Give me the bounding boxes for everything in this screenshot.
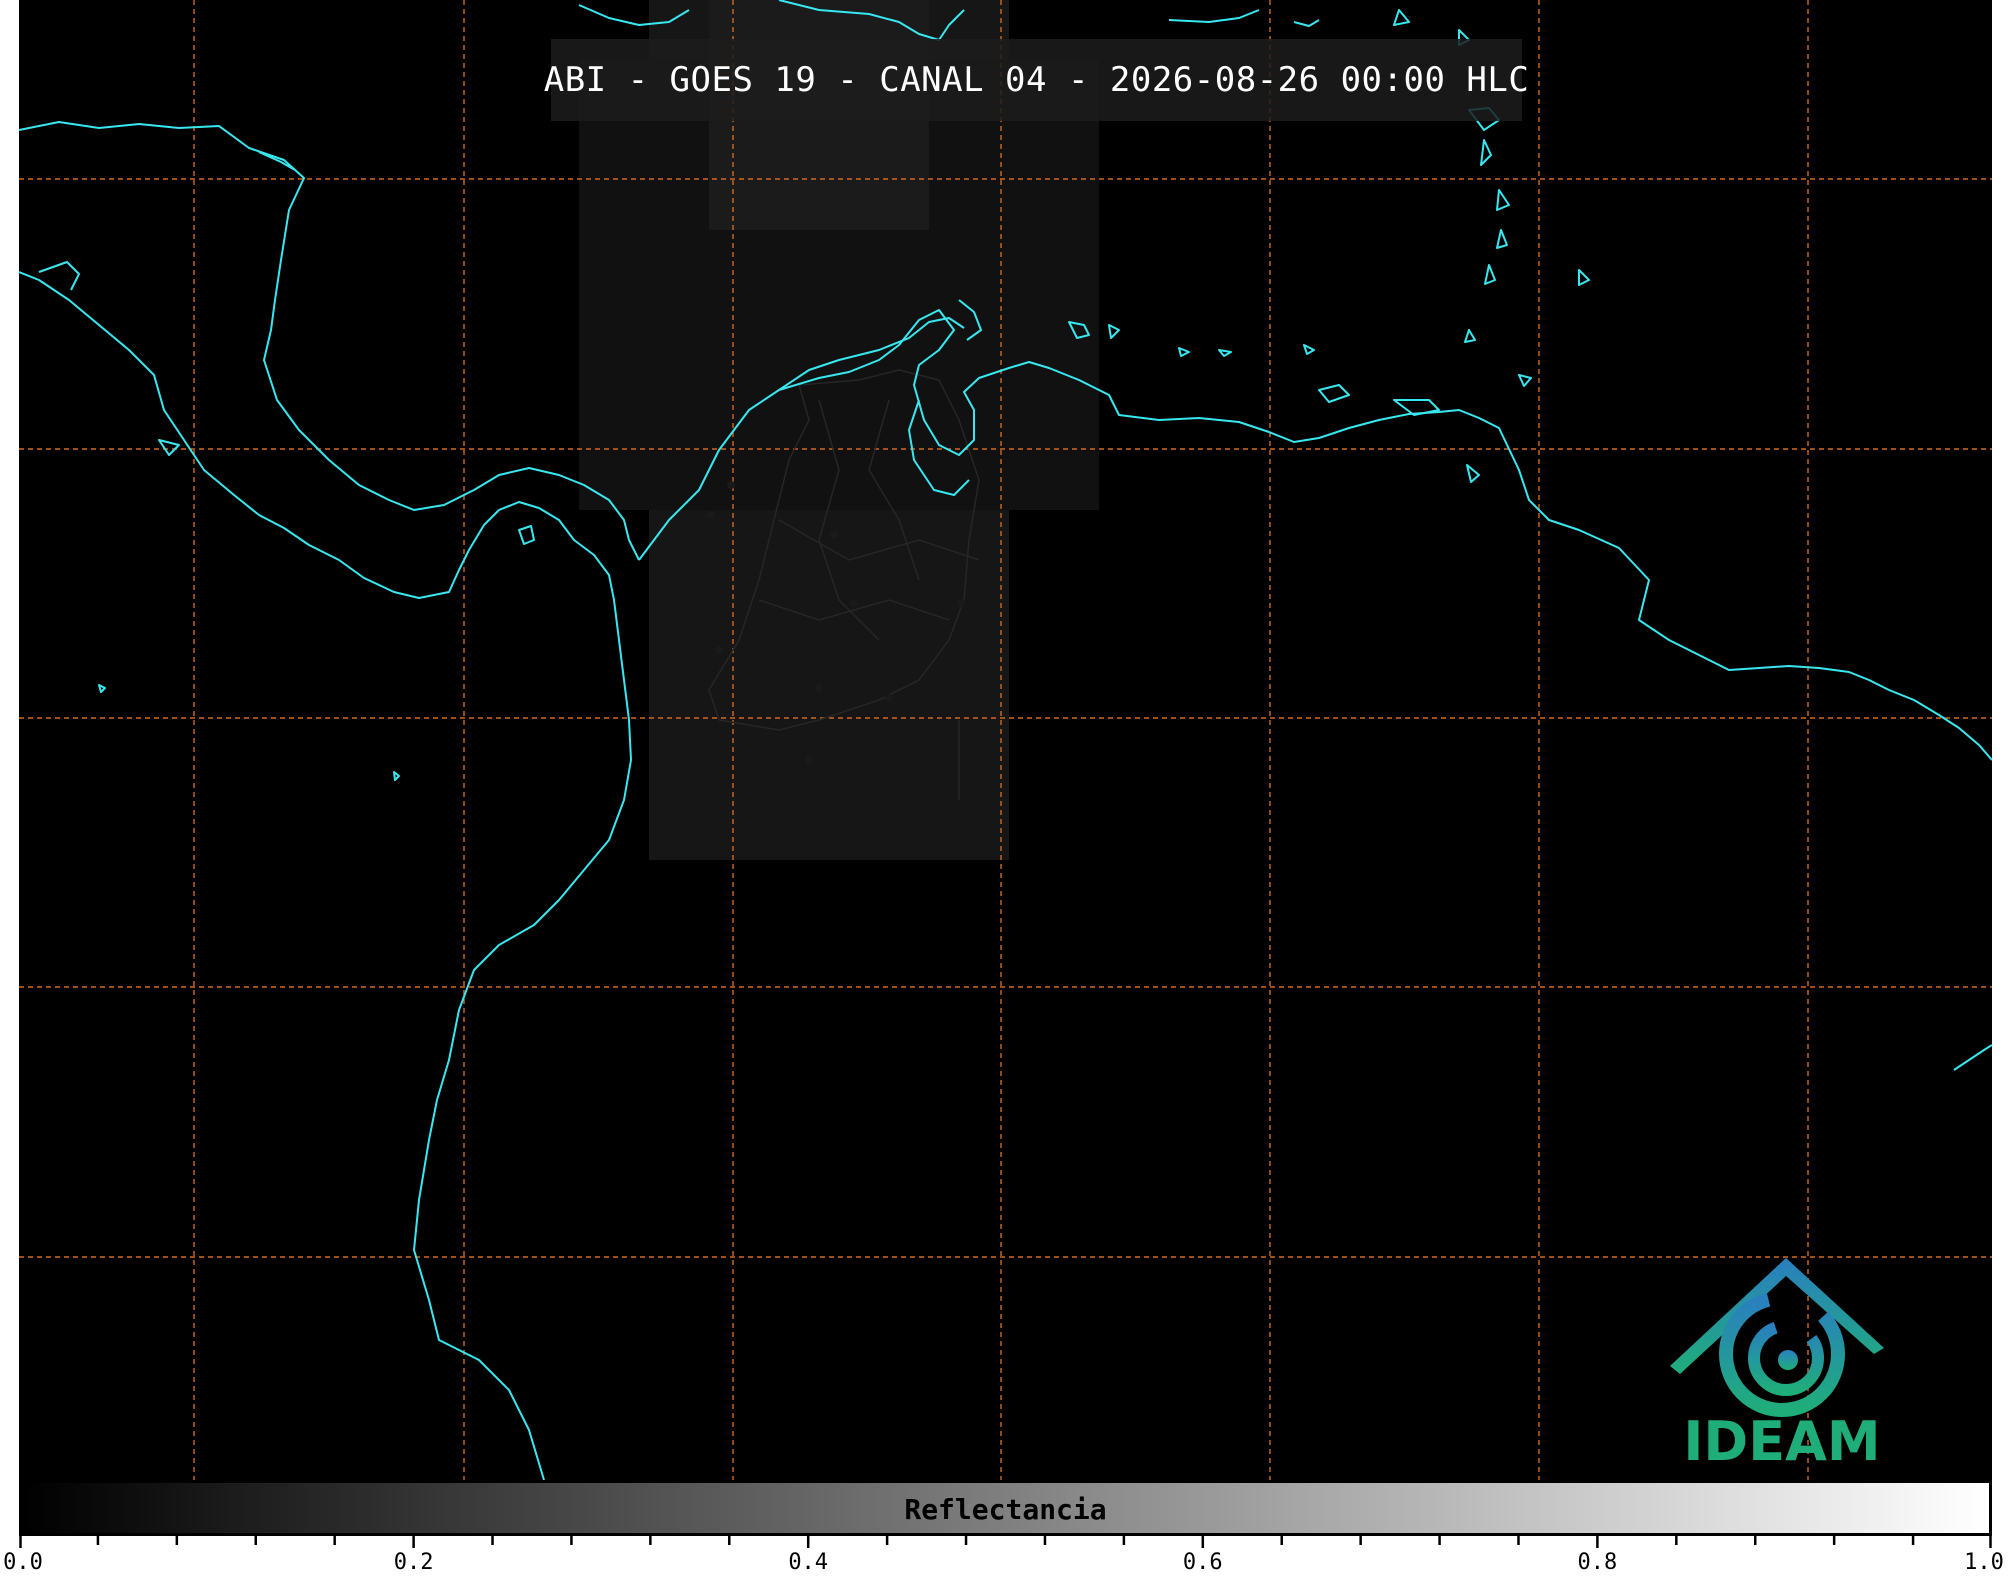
city-marker (727, 481, 735, 489)
island-coast (1393, 9, 1410, 26)
city-marker (850, 599, 858, 607)
island-coast (98, 684, 106, 693)
colorbar-tick-marks (19, 1536, 1992, 1548)
island-coast (1108, 324, 1120, 339)
colorbar-ticks: 0.0 0.2 0.4 0.6 0.8 1.0 (3, 1536, 2004, 1577)
coastline-detail (258, 151, 296, 171)
island-coast (1318, 384, 1350, 403)
island-coast (1484, 264, 1496, 285)
island-coast (1496, 229, 1508, 249)
city-marker (957, 599, 965, 607)
logo-roof-shape (1670, 1258, 1884, 1374)
island-coast (1464, 329, 1476, 343)
colorbar: Reflectancia (19, 1480, 1992, 1536)
city-marker (707, 511, 715, 519)
island-coast (1168, 9, 1260, 23)
logo-swirl-center (1778, 1350, 1798, 1370)
island-coast (518, 525, 535, 545)
island-coast (1303, 344, 1315, 355)
colorbar-tick-label: 0.6 (1182, 1550, 1223, 1575)
coastline-pacific (19, 271, 632, 1480)
city-marker (885, 694, 893, 702)
island-coast (1496, 189, 1510, 211)
island-coast (393, 771, 400, 781)
map-title: ABI - GOES 19 - CANAL 04 - 2026-08-26 00… (543, 60, 1530, 100)
title-box: ABI - GOES 19 - CANAL 04 - 2026-08-26 00… (544, 39, 1529, 121)
logo-text: IDEAM (1683, 1410, 1881, 1473)
coastline-caribbean-central-america (19, 121, 640, 561)
colorbar-tick-label: 0.8 (1577, 1550, 1618, 1575)
island-coast (1178, 347, 1190, 357)
colorbar-tick-label: 0.2 (393, 1550, 434, 1575)
island-coast (1953, 1044, 1992, 1071)
island-coast (1218, 349, 1232, 357)
island-coast (1518, 374, 1532, 387)
colorbar-tick-label: 1.0 (1964, 1550, 2004, 1575)
city-marker (715, 646, 723, 654)
island-coast (1480, 139, 1492, 166)
coastline-detail (38, 261, 80, 291)
city-marker (830, 531, 838, 539)
city-marker (815, 684, 823, 692)
colorbar-label: Reflectancia (904, 1493, 1107, 1526)
island-coast (1578, 269, 1590, 286)
city-marker (805, 756, 813, 764)
island-coast (1293, 19, 1320, 27)
colorbar-tick-label: 0.4 (788, 1550, 829, 1575)
island-coast (158, 439, 180, 456)
island-coast (1466, 464, 1480, 483)
colorbar-tick-label: 0.0 (3, 1550, 43, 1575)
